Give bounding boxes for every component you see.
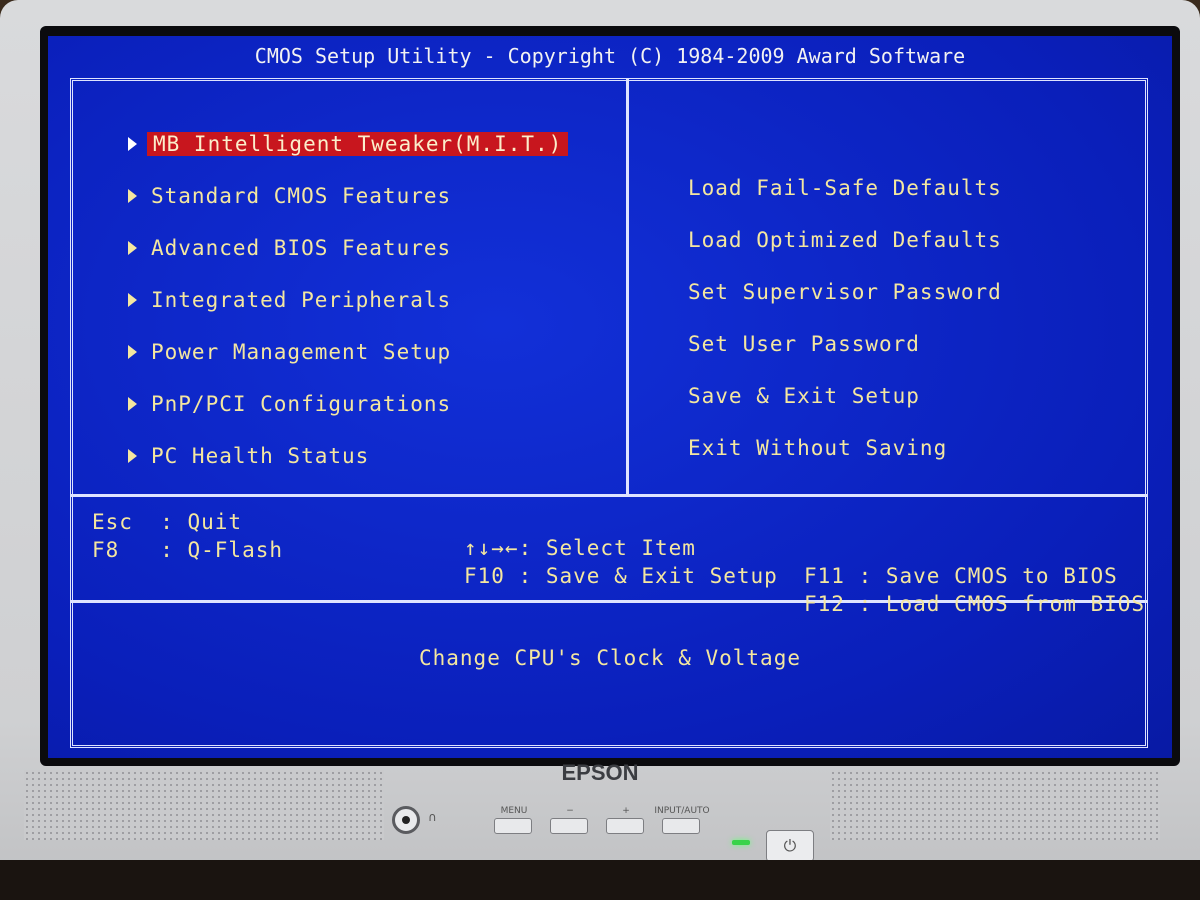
menu-item-load-optimized[interactable]: Load Optimized Defaults [688, 214, 1002, 266]
key-legend-col1: Esc : Quit F8 : Q-Flash [92, 508, 283, 564]
plus-button-label: + [622, 806, 630, 816]
menu-item-label: Load Fail-Safe Defaults [688, 176, 1002, 200]
menu-item-exit-without-saving[interactable]: Exit Without Saving [688, 422, 1002, 474]
menu-item-integrated-peripherals[interactable]: Integrated Peripherals [128, 274, 568, 326]
left-menu: MB Intelligent Tweaker(M.I.T.) Standard … [128, 118, 569, 482]
arrow-right-icon [128, 345, 137, 359]
input-auto-button[interactable] [662, 818, 700, 834]
plus-button[interactable] [606, 818, 644, 834]
arrow-right-icon [128, 397, 137, 411]
menu-item-label: Set Supervisor Password [688, 280, 1002, 304]
menu-item-label: Integrated Peripherals [151, 288, 452, 312]
menu-item-label: PnP/PCI Configurations [151, 392, 452, 416]
menu-item-label: PC Health Status [151, 444, 370, 468]
key-legend-col3: F11 : Save CMOS to BIOS F12 : Load CMOS … [804, 562, 1145, 618]
arrow-right-icon [128, 189, 137, 203]
menu-item-save-exit[interactable]: Save & Exit Setup [688, 370, 1002, 422]
input-auto-button-label: INPUT/AUTO [654, 806, 710, 816]
help-text: Change CPU's Clock & Voltage [418, 646, 801, 670]
menu-item-load-fail-safe[interactable]: Load Fail-Safe Defaults [688, 162, 1002, 214]
menu-item-label: Standard CMOS Features [151, 184, 452, 208]
arrow-right-icon [128, 293, 137, 307]
menu-button[interactable] [494, 818, 532, 834]
speaker-grille-left [24, 770, 384, 840]
right-menu: Load Fail-Safe Defaults Load Optimized D… [688, 162, 1002, 474]
key-legend-col2: ↑↓→←: Select Item F10 : Save & Exit Setu… [464, 534, 778, 590]
menu-item-pc-health[interactable]: PC Health Status [128, 430, 568, 482]
menu-item-pnp-pci[interactable]: PnP/PCI Configurations [128, 378, 568, 430]
menu-item-label: Set User Password [688, 332, 920, 356]
menu-item-label: MB Intelligent Tweaker(M.I.T.) [147, 132, 569, 156]
arrow-right-icon [128, 241, 137, 255]
menu-item-standard-cmos[interactable]: Standard CMOS Features [128, 170, 568, 222]
menu-item-power-management[interactable]: Power Management Setup [128, 326, 568, 378]
key-legend-save-exit: F10 : Save & Exit Setup [464, 564, 778, 588]
key-legend-select: ↑↓→←: Select Item [464, 536, 696, 560]
menu-item-set-supervisor-password[interactable]: Set Supervisor Password [688, 266, 1002, 318]
headphone-icon: ∩ [428, 810, 437, 824]
headphone-jack[interactable] [392, 806, 420, 834]
menu-divider [626, 78, 629, 496]
minus-button[interactable] [550, 818, 588, 834]
arrow-right-icon [128, 449, 137, 463]
menu-item-label: Save & Exit Setup [688, 384, 920, 408]
menu-button-label: MENU [500, 806, 528, 816]
keys-divider-top [70, 494, 1148, 497]
menu-item-advanced-bios[interactable]: Advanced BIOS Features [128, 222, 568, 274]
menu-item-label: Power Management Setup [151, 340, 452, 364]
menu-item-label: Load Optimized Defaults [688, 228, 1002, 252]
speaker-grille-right [830, 770, 1160, 840]
power-led [732, 840, 750, 845]
key-legend-quit: Esc : Quit [92, 510, 243, 534]
key-legend-save-cmos: F11 : Save CMOS to BIOS [804, 564, 1118, 588]
desk-shadow [0, 860, 1200, 900]
menu-item-label: Advanced BIOS Features [151, 236, 452, 260]
menu-item-label: Exit Without Saving [688, 436, 948, 460]
menu-item-mit[interactable]: MB Intelligent Tweaker(M.I.T.) [128, 118, 569, 170]
arrow-right-icon [128, 137, 137, 151]
bios-screen: CMOS Setup Utility - Copyright (C) 1984-… [48, 36, 1172, 758]
bios-title: CMOS Setup Utility - Copyright (C) 1984-… [254, 44, 966, 68]
menu-item-set-user-password[interactable]: Set User Password [688, 318, 1002, 370]
minus-button-label: − [566, 806, 574, 816]
key-legend-load-cmos: F12 : Load CMOS from BIOS [804, 592, 1146, 616]
key-legend-qflash: F8 : Q-Flash [92, 538, 284, 562]
power-icon: ⏻ [783, 836, 797, 855]
power-button[interactable]: ⏻ [766, 830, 814, 862]
